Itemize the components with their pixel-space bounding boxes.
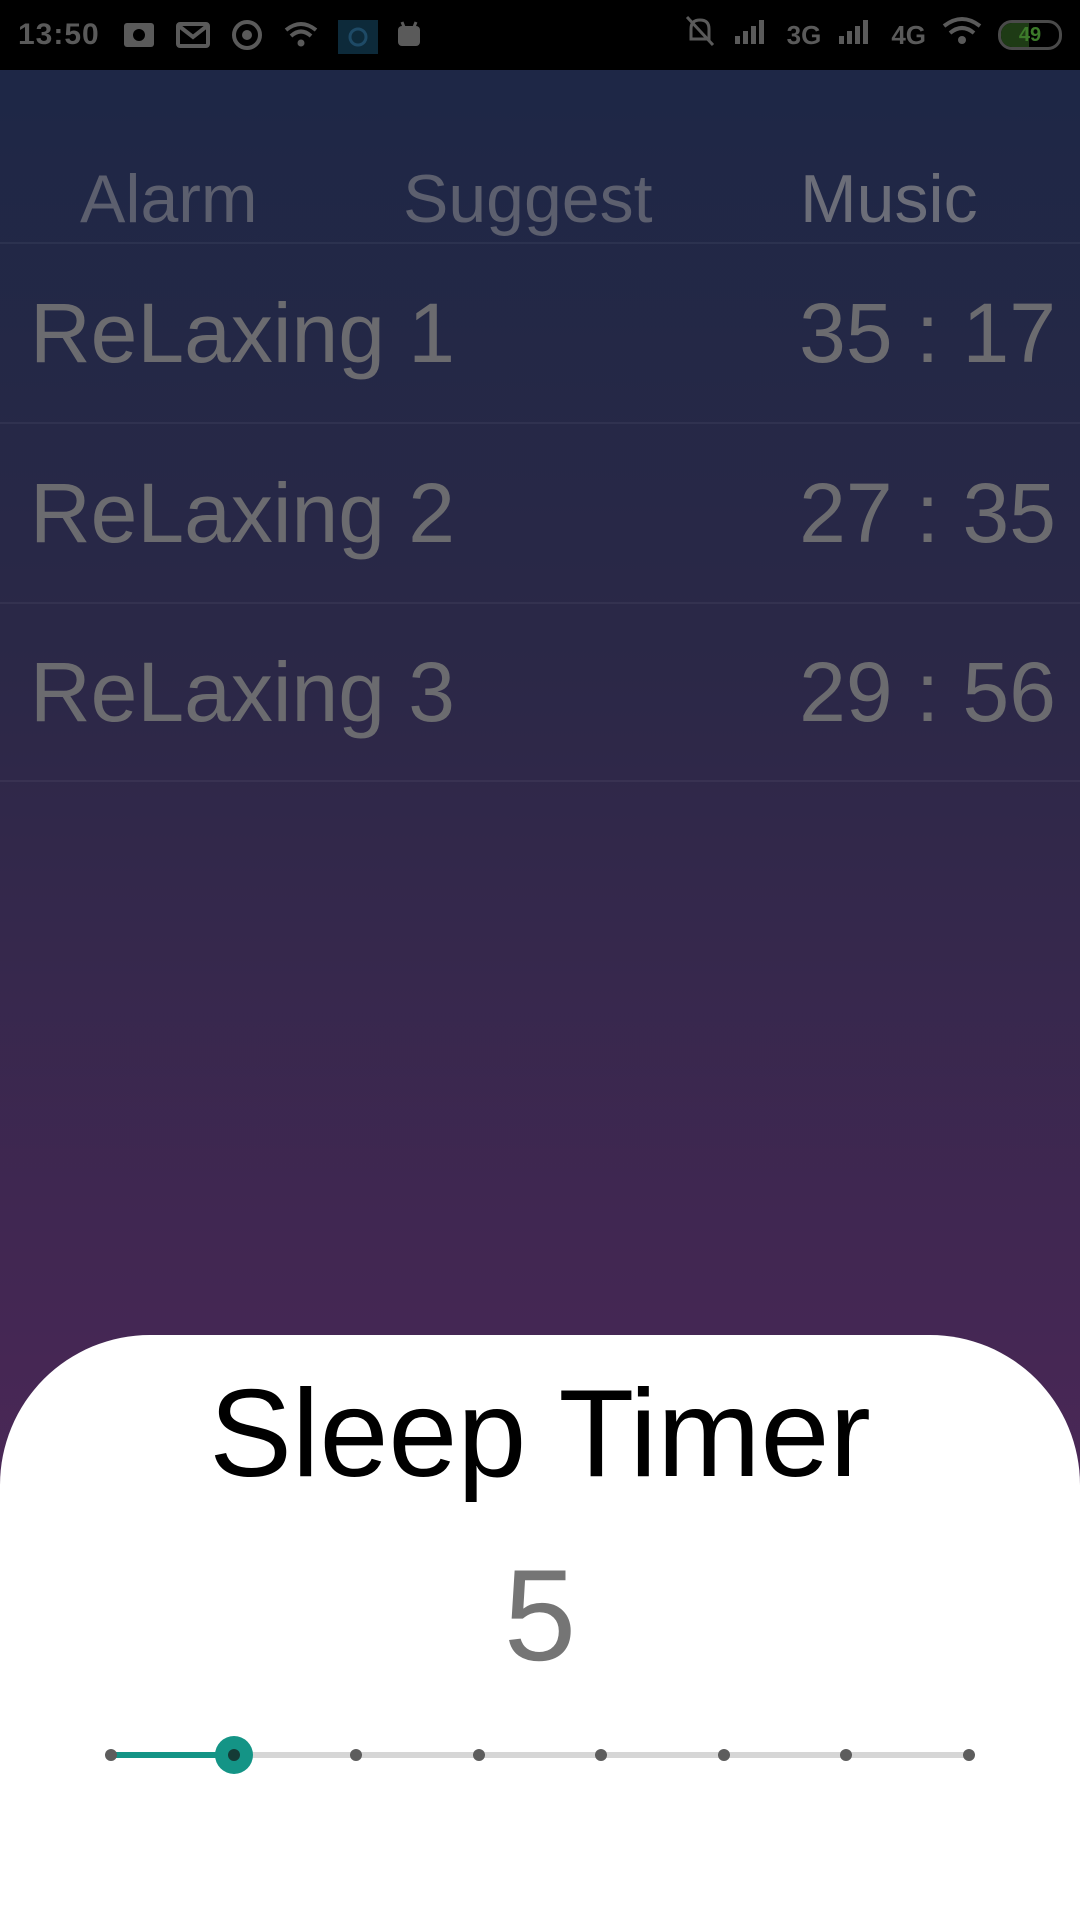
music-list: ReLaxing 1 35 : 17 ReLaxing 2 27 : 35 Re…: [0, 242, 1080, 782]
track-title: ReLaxing 1: [30, 285, 455, 380]
signal-icon: [837, 16, 875, 54]
slider-tick: [840, 1749, 853, 1761]
battery-icon: 49: [998, 20, 1062, 50]
track-title: ReLaxing 2: [30, 465, 455, 560]
sleep-timer-value: 5: [503, 1542, 577, 1688]
sleep-timer-slider[interactable]: [105, 1735, 975, 1775]
tab-alarm[interactable]: Alarm: [80, 120, 258, 238]
sleep-timer-sheet: Sleep Timer 5: [0, 1335, 1080, 1920]
bell-mute-icon: [683, 15, 717, 55]
android-icon: [392, 20, 426, 50]
slider-tick: [717, 1749, 730, 1761]
list-item[interactable]: ReLaxing 3 29 : 56: [0, 602, 1080, 782]
tab-suggest[interactable]: Suggest: [403, 120, 653, 238]
status-right: 3G 4G 49: [683, 15, 1062, 55]
slider-tick: [350, 1749, 363, 1761]
signal-icon: [733, 16, 771, 54]
track-duration: 35 : 17: [799, 285, 1056, 380]
slider-tick: [472, 1749, 485, 1761]
slider-thumb-dot: [227, 1749, 240, 1761]
track-duration: 29 : 56: [799, 644, 1056, 739]
list-item[interactable]: ReLaxing 1 35 : 17: [0, 242, 1080, 422]
app-icon: [337, 20, 378, 54]
status-bar: 13:50 3G 4G 49: [0, 0, 1080, 70]
sleep-timer-title: Sleep Timer: [209, 1365, 871, 1503]
gmail-icon: [175, 20, 210, 50]
wifi-icon: [942, 16, 982, 54]
chrome-icon: [230, 20, 264, 50]
status-time: 13:50: [18, 18, 100, 51]
network-4g-label: 4G: [891, 19, 926, 50]
photo-icon: [122, 20, 156, 50]
track-title: ReLaxing 3: [30, 644, 455, 739]
list-item[interactable]: ReLaxing 2 27 : 35: [0, 422, 1080, 602]
battery-level: 49: [1018, 23, 1042, 46]
track-duration: 27 : 35: [799, 465, 1056, 560]
tab-music[interactable]: Music: [800, 120, 978, 238]
slider-tick: [105, 1749, 117, 1761]
slider-tick: [595, 1749, 608, 1761]
tab-bar: Alarm Suggest Music: [0, 70, 1080, 242]
slider-tick: [963, 1749, 975, 1761]
app-screen: 13:50 3G 4G 49 Alarm Suggest Music ReLax…: [0, 0, 1080, 1920]
wifi-icon: [284, 20, 318, 50]
network-3g-label: 3G: [786, 19, 822, 50]
slider-thumb[interactable]: [214, 1736, 253, 1774]
